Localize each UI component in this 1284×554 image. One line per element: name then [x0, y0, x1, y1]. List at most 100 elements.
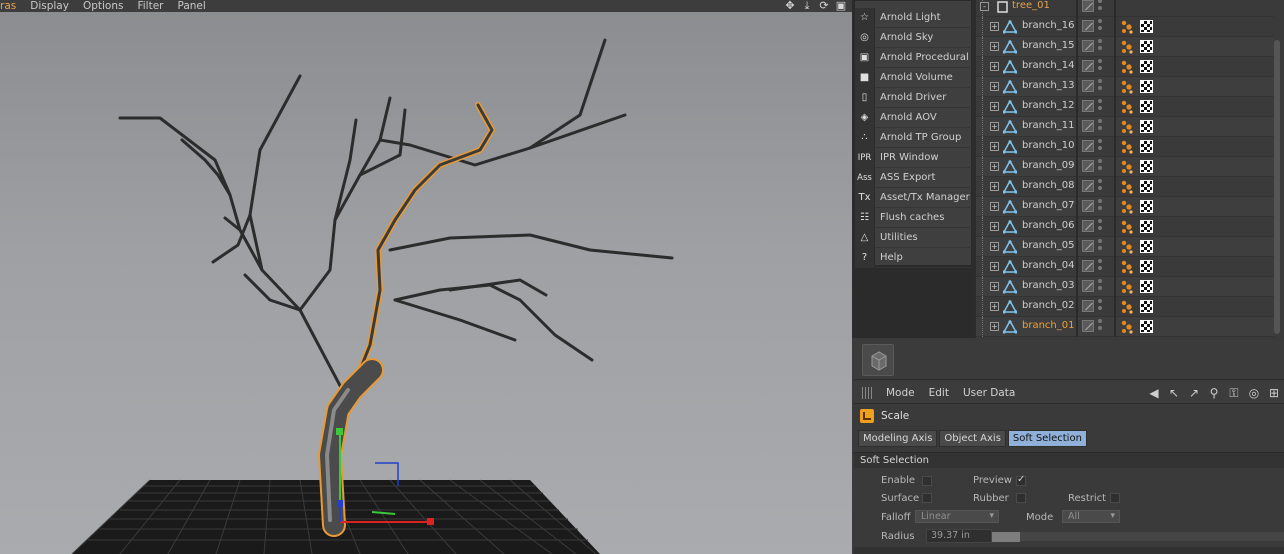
visibility-toggle[interactable]: [1082, 0, 1094, 12]
enable-checkbox[interactable]: [922, 476, 932, 486]
object-name[interactable]: branch_09: [1022, 160, 1075, 171]
viewport-menu-display[interactable]: Display: [30, 0, 69, 12]
attr-menu-edit[interactable]: Edit: [929, 387, 949, 399]
render-dots[interactable]: [1098, 79, 1102, 95]
phong-tag-icon[interactable]: [1120, 320, 1134, 334]
object-name[interactable]: branch_13: [1022, 80, 1075, 91]
forward-arrow-icon[interactable]: ↗: [1186, 385, 1202, 401]
menu-item-flush-caches[interactable]: ☷ Flush caches: [855, 207, 972, 228]
menu-item-arnold-tp-group[interactable]: ∴ Arnold TP Group: [855, 127, 972, 148]
render-dots[interactable]: [1098, 59, 1102, 75]
menu-item-arnold-light[interactable]: ☆ Arnold Light: [855, 7, 972, 28]
surface-checkbox[interactable]: [922, 493, 932, 503]
object-row[interactable]: + branch_07: [976, 197, 1274, 217]
phong-tag-icon[interactable]: [1120, 200, 1134, 214]
material-tag-icon[interactable]: [1140, 280, 1153, 293]
object-name[interactable]: branch_14: [1022, 60, 1075, 71]
radius-slider-knob[interactable]: [992, 532, 1020, 542]
expand-toggle[interactable]: +: [990, 162, 999, 171]
menu-item-arnold-driver[interactable]: ▯ Arnold Driver: [855, 87, 972, 108]
object-name[interactable]: branch_04: [1022, 260, 1075, 271]
material-tag-icon[interactable]: [1140, 240, 1153, 253]
expand-toggle[interactable]: +: [990, 302, 999, 311]
maximize-view-icon[interactable]: ▣: [834, 0, 848, 12]
object-name[interactable]: branch_15: [1022, 40, 1075, 51]
render-dots[interactable]: [1098, 179, 1102, 195]
object-row[interactable]: + branch_05: [976, 237, 1274, 257]
object-name[interactable]: branch_02: [1022, 300, 1075, 311]
object-name[interactable]: branch_10: [1022, 140, 1075, 151]
menu-item-arnold-volume[interactable]: ■ Arnold Volume: [855, 67, 972, 88]
expand-toggle[interactable]: +: [990, 142, 999, 151]
viewport-menu-panel[interactable]: Panel: [177, 0, 205, 12]
render-dots[interactable]: [1098, 219, 1102, 235]
menu-item-utilities[interactable]: △ Utilities: [855, 227, 972, 248]
phong-tag-icon[interactable]: [1120, 20, 1134, 34]
visibility-toggle[interactable]: [1082, 60, 1094, 72]
layer-cube-button[interactable]: [862, 344, 894, 376]
render-dots[interactable]: [1098, 99, 1102, 115]
material-tag-icon[interactable]: [1140, 140, 1153, 153]
object-name[interactable]: branch_16: [1022, 20, 1075, 31]
material-tag-icon[interactable]: [1140, 180, 1153, 193]
phong-tag-icon[interactable]: [1120, 220, 1134, 234]
up-arrow-icon[interactable]: ↖: [1166, 385, 1182, 401]
render-dots[interactable]: [1098, 39, 1102, 55]
visibility-toggle[interactable]: [1082, 200, 1094, 212]
object-row[interactable]: + branch_03: [976, 277, 1274, 297]
visibility-toggle[interactable]: [1082, 100, 1094, 112]
material-tag-icon[interactable]: [1140, 120, 1153, 133]
attr-menu-mode[interactable]: Mode: [886, 387, 915, 399]
search-icon[interactable]: ⚲: [1206, 385, 1222, 401]
expand-toggle[interactable]: +: [990, 222, 999, 231]
attr-menu-user-data[interactable]: User Data: [963, 387, 1015, 399]
menu-item-help[interactable]: ? Help: [855, 247, 972, 268]
mode-dropdown[interactable]: All: [1062, 510, 1120, 523]
visibility-toggle[interactable]: [1082, 280, 1094, 292]
material-tag-icon[interactable]: [1140, 260, 1153, 273]
object-row[interactable]: + branch_04: [976, 257, 1274, 277]
material-tag-icon[interactable]: [1140, 20, 1153, 33]
material-tag-icon[interactable]: [1140, 220, 1153, 233]
render-dots[interactable]: [1098, 279, 1102, 295]
move-view-icon[interactable]: ✥: [783, 0, 797, 12]
render-dots[interactable]: [1098, 119, 1102, 135]
render-dots[interactable]: [1098, 19, 1102, 35]
visibility-toggle[interactable]: [1082, 140, 1094, 152]
expand-toggle[interactable]: +: [990, 82, 999, 91]
object-row[interactable]: + branch_02: [976, 297, 1274, 317]
object-name[interactable]: branch_08: [1022, 180, 1075, 191]
expand-toggle[interactable]: +: [990, 322, 999, 331]
visibility-toggle[interactable]: [1082, 320, 1094, 332]
tab-soft-selection[interactable]: Soft Selection: [1007, 430, 1087, 447]
render-dots[interactable]: [1098, 0, 1102, 15]
expand-toggle[interactable]: +: [990, 282, 999, 291]
material-tag-icon[interactable]: [1140, 200, 1153, 213]
object-row[interactable]: + branch_15: [976, 37, 1274, 57]
tree-model[interactable]: [118, 38, 674, 537]
phong-tag-icon[interactable]: [1120, 40, 1134, 54]
rotate-view-icon[interactable]: ⟳: [817, 0, 831, 12]
object-name[interactable]: branch_03: [1022, 280, 1075, 291]
phong-tag-icon[interactable]: [1120, 80, 1134, 94]
render-dots[interactable]: [1098, 299, 1102, 315]
material-tag-icon[interactable]: [1140, 60, 1153, 73]
menu-item-arnold-aov[interactable]: ◈ Arnold AOV: [855, 107, 972, 128]
object-row[interactable]: + branch_01: [976, 317, 1274, 337]
radius-slider[interactable]: [992, 531, 1284, 542]
visibility-toggle[interactable]: [1082, 120, 1094, 132]
render-dots[interactable]: [1098, 139, 1102, 155]
phong-tag-icon[interactable]: [1120, 240, 1134, 254]
object-name[interactable]: branch_06: [1022, 220, 1075, 231]
menu-item-ipr-window[interactable]: IPR IPR Window: [855, 147, 972, 168]
object-row[interactable]: + branch_13: [976, 77, 1274, 97]
visibility-toggle[interactable]: [1082, 260, 1094, 272]
restrict-checkbox[interactable]: [1110, 493, 1120, 503]
phong-tag-icon[interactable]: [1120, 180, 1134, 194]
phong-tag-icon[interactable]: [1120, 160, 1134, 174]
tree-row-parent[interactable]: - tree_01: [976, 0, 1274, 17]
object-name[interactable]: branch_07: [1022, 200, 1075, 211]
material-tag-icon[interactable]: [1140, 40, 1153, 53]
visibility-toggle[interactable]: [1082, 220, 1094, 232]
new-panel-icon[interactable]: ⊞: [1266, 385, 1282, 401]
